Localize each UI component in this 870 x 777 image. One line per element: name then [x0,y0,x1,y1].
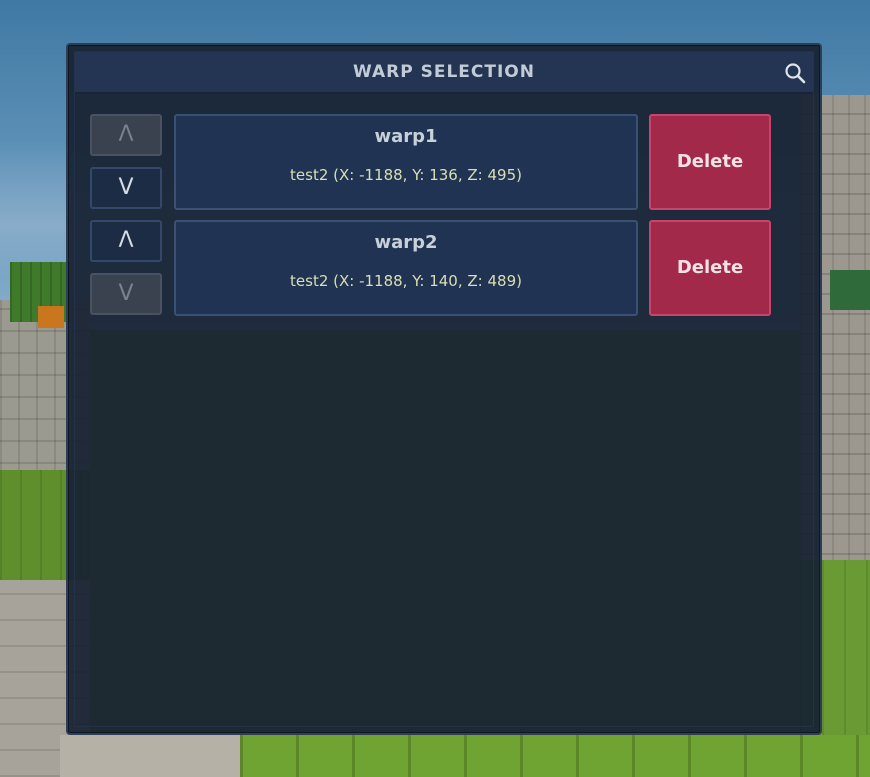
warp-row: Λ V warp1 test2 (X: -1188, Y: 136, Z: 49… [90,114,780,210]
move-up-button[interactable]: Λ [90,220,162,262]
move-down-button[interactable]: V [90,167,162,209]
warp-entry-button[interactable]: warp1 test2 (X: -1188, Y: 136, Z: 495) [174,114,638,210]
warp-location: test2 (X: -1188, Y: 136, Z: 495) [290,166,522,184]
delete-warp-button[interactable]: Delete [649,220,771,316]
autumn-leaves-left [38,306,64,328]
warp-list: Λ V warp1 test2 (X: -1188, Y: 136, Z: 49… [90,114,780,326]
warp-name: warp2 [374,232,438,253]
move-up-button[interactable]: Λ [90,114,162,156]
warp-row: Λ V warp2 test2 (X: -1188, Y: 140, Z: 48… [90,220,780,316]
search-icon [785,63,806,84]
tree-right [830,270,870,310]
move-down-button[interactable]: V [90,273,162,315]
warp-name: warp1 [374,126,438,147]
warp-location: test2 (X: -1188, Y: 140, Z: 489) [290,272,522,290]
warp-selection-panel: WARP SELECTION Λ V warp1 test2 (X: -1188… [66,43,822,735]
delete-warp-button[interactable]: Delete [649,114,771,210]
search-button[interactable] [783,61,807,85]
panel-title: WARP SELECTION [353,62,535,82]
grass-floor-bottom [240,735,870,777]
warp-entry-button[interactable]: warp2 test2 (X: -1188, Y: 140, Z: 489) [174,220,638,316]
stone-ledge-bottom [60,735,250,777]
panel-header: WARP SELECTION [75,52,813,94]
